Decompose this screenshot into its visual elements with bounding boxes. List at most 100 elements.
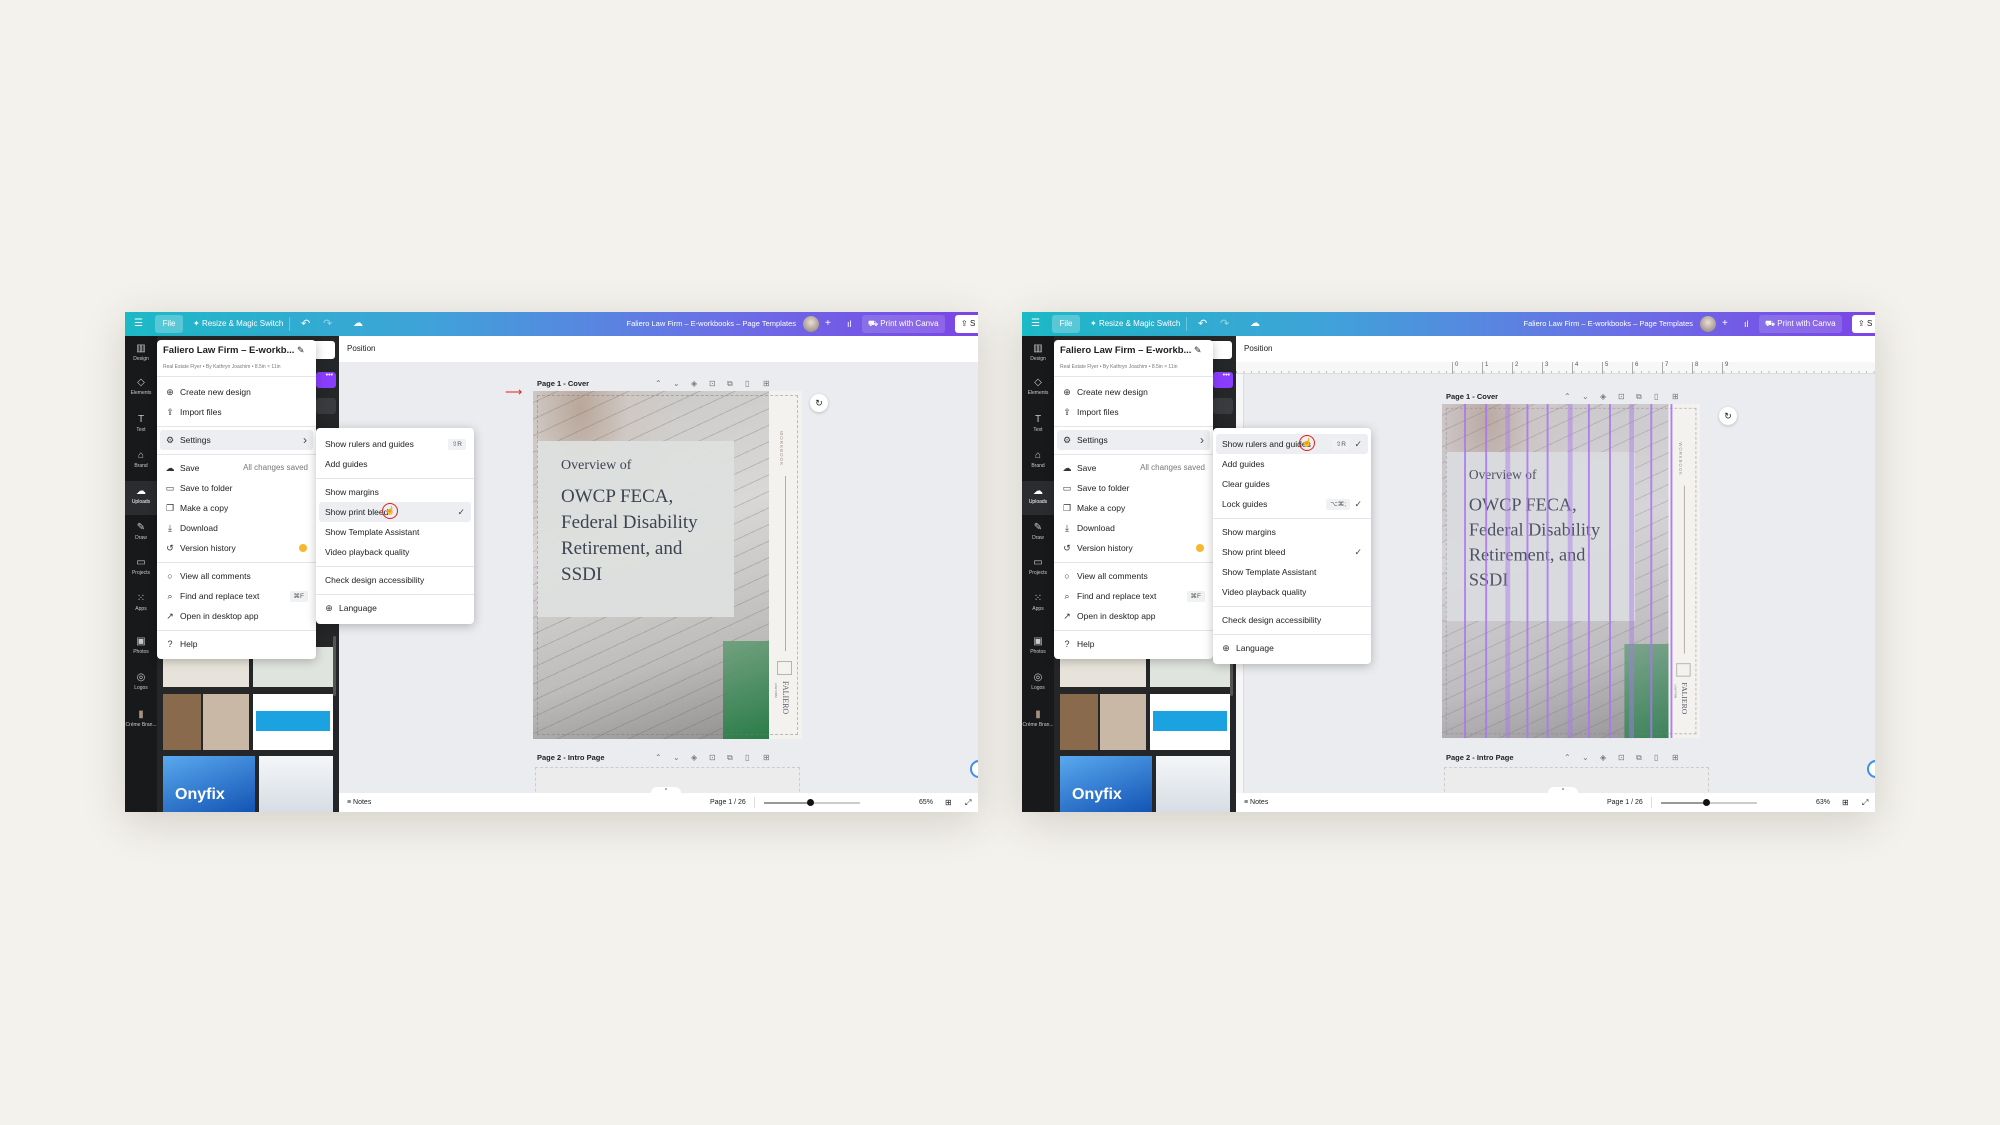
guide-line[interactable]	[1670, 404, 1673, 739]
analytics-icon[interactable]: ıl	[847, 315, 852, 333]
rail-item-draw[interactable]: ✎ Draw	[1022, 517, 1054, 551]
pages-expand-tab[interactable]: ^	[1548, 787, 1578, 795]
chevron-up-icon[interactable]: ⌃	[655, 753, 662, 762]
add-collaborator-icon[interactable]: +	[1722, 315, 1728, 333]
upload-thumbnail[interactable]	[1150, 694, 1230, 750]
menu-item-find-and-replace-text[interactable]: ⌕ Find and replace text ⌘F	[160, 586, 313, 606]
menu-item-save[interactable]: ☁ Save All changes saved	[160, 458, 313, 478]
fullscreen-icon[interactable]: ⤢	[1862, 793, 1868, 812]
rail-item-text[interactable]: T Text	[1022, 409, 1054, 443]
rail-item-design[interactable]: ▥ Design	[125, 338, 157, 372]
share-button[interactable]: ⇪ S	[1852, 315, 1875, 333]
cloud-sync-icon[interactable]: ☁	[1250, 315, 1260, 333]
rail-item-apps[interactable]: ⁙ Apps	[125, 588, 157, 622]
menu-item-save-to-folder[interactable]: ▭ Save to folder	[1057, 478, 1210, 498]
share-button[interactable]: ⇪ S	[955, 315, 978, 333]
scrollbar[interactable]	[333, 636, 336, 696]
menu-item-find-and-replace-text[interactable]: ⌕ Find and replace text ⌘F	[1057, 586, 1210, 606]
document-title[interactable]: Faliero Law Firm – E-workbooks – Page Te…	[626, 315, 796, 333]
rail-item-photos[interactable]: ▣ Photos	[1022, 631, 1054, 665]
submenu-item-video-playback-quality[interactable]: Video playback quality	[319, 542, 471, 562]
zoom-slider[interactable]	[1661, 799, 1757, 806]
menu-item-download[interactable]: ⤓ Download	[160, 518, 313, 538]
analytics-icon[interactable]: ıl	[1744, 315, 1749, 333]
hide-icon[interactable]: ◈	[1600, 392, 1606, 401]
print-with-canva-button[interactable]: ⛟ Print with Canva	[1759, 315, 1842, 333]
menu-item-make-a-copy[interactable]: ❐ Make a copy	[1057, 498, 1210, 518]
chevron-up-icon[interactable]: ⌃	[1564, 753, 1571, 762]
menu-item-create-new-design[interactable]: ⊕ Create new design	[1057, 382, 1210, 402]
menu-item-view-all-comments[interactable]: ○ View all comments	[160, 566, 313, 586]
submenu-item-language[interactable]: ⊕ Language	[319, 598, 471, 618]
hide-icon[interactable]: ◈	[691, 379, 697, 388]
upload-thumbnail[interactable]	[1060, 694, 1098, 750]
submenu-item-lock-guides[interactable]: Lock guides ⌥⌘; ✓	[1216, 494, 1368, 514]
hide-icon[interactable]: ◈	[1600, 753, 1606, 762]
notes-button[interactable]: ≡ Notes	[1244, 793, 1268, 812]
resize-magic-switch-button[interactable]: ✦ Resize & Magic Switch	[1086, 315, 1184, 333]
menu-item-version-history[interactable]: ↺ Version history	[160, 538, 313, 558]
submenu-item-show-margins[interactable]: Show margins	[319, 482, 471, 502]
menu-item-save[interactable]: ☁ Save All changes saved	[1057, 458, 1210, 478]
menu-item-help[interactable]: ? Help	[1057, 634, 1210, 654]
add-page-icon[interactable]: ⊞	[763, 379, 770, 388]
rail-item-apps[interactable]: ⁙ Apps	[1022, 588, 1054, 622]
rail-item-photos[interactable]: ▣ Photos	[125, 631, 157, 665]
rail-item-projects[interactable]: ▭ Projects	[125, 552, 157, 586]
submenu-item-check-design-accessibility[interactable]: Check design accessibility	[319, 570, 471, 590]
menu-item-download[interactable]: ⤓ Download	[1057, 518, 1210, 538]
submenu-item-show-template-assistant[interactable]: Show Template Assistant	[319, 522, 471, 542]
rail-item-elements[interactable]: ◇ Elements	[125, 372, 157, 406]
rail-item-text[interactable]: T Text	[125, 409, 157, 443]
submenu-item-show-rulers-and-guides[interactable]: Show rulers and guides ⇧R	[319, 434, 471, 454]
submenu-item-show-print-bleed[interactable]: Show print bleed ✓ ☝	[319, 502, 471, 522]
lock-icon[interactable]: ⊡	[1618, 753, 1625, 762]
hamburger-icon[interactable]: ☰	[134, 315, 143, 333]
upload-button[interactable]	[1213, 398, 1233, 414]
upload-thumbnail[interactable]	[253, 694, 333, 750]
grid-view-icon[interactable]: ⊞	[1842, 793, 1849, 812]
delete-icon[interactable]: ▯	[1654, 392, 1658, 401]
redo-icon[interactable]: ↷	[323, 315, 332, 333]
rail-item-cr-me-bran-[interactable]: ▮ Créme Bran...	[1022, 704, 1054, 738]
rename-pencil-icon[interactable]: ✎	[297, 345, 305, 356]
zoom-slider-thumb[interactable]	[807, 799, 815, 806]
delete-icon[interactable]: ▯	[1654, 753, 1658, 762]
cloud-sync-icon[interactable]: ☁	[353, 315, 363, 333]
rail-item-brand[interactable]: ⌂ Brand	[1022, 445, 1054, 479]
chevron-up-icon[interactable]: ⌃	[655, 379, 662, 388]
menu-item-open-in-desktop-app[interactable]: ↗ Open in desktop app	[160, 606, 313, 626]
menu-item-settings[interactable]: ⚙ Settings ›	[1057, 430, 1210, 450]
help-bubble[interactable]	[970, 760, 978, 778]
zoom-slider-thumb[interactable]	[1703, 799, 1711, 806]
menu-item-make-a-copy[interactable]: ❐ Make a copy	[160, 498, 313, 518]
add-page-icon[interactable]: ⊞	[1672, 753, 1679, 762]
submenu-item-clear-guides[interactable]: Clear guides	[1216, 474, 1368, 494]
avatar[interactable]	[803, 316, 819, 332]
position-toolbar[interactable]: Position	[1236, 336, 1875, 362]
horizontal-ruler[interactable]: 0 1 2 3 4 5 6 7 8 9	[1236, 362, 1875, 374]
submenu-item-show-rulers-and-guides[interactable]: Show rulers and guides ⇧R ✓ ☝	[1216, 434, 1368, 454]
menu-item-save-to-folder[interactable]: ▭ Save to folder	[160, 478, 313, 498]
delete-icon[interactable]: ▯	[745, 753, 749, 762]
grid-view-icon[interactable]: ⊞	[945, 793, 952, 812]
hamburger-icon[interactable]: ☰	[1031, 315, 1040, 333]
position-toolbar[interactable]: Position	[339, 336, 978, 362]
page-1-cover[interactable]: Overview of OWCP FECA, Federal Disability R…	[1442, 404, 1701, 739]
submenu-item-add-guides[interactable]: Add guides	[319, 454, 471, 474]
print-with-canva-button[interactable]: ⛟ Print with Canva	[862, 315, 945, 333]
rail-item-uploads[interactable]: ☁ Uploads	[125, 481, 157, 515]
submenu-item-show-template-assistant[interactable]: Show Template Assistant	[1216, 562, 1368, 582]
hide-icon[interactable]: ◈	[691, 753, 697, 762]
file-menu-button[interactable]: File	[1052, 315, 1080, 333]
add-page-icon[interactable]: ⊞	[763, 753, 770, 762]
rail-item-projects[interactable]: ▭ Projects	[1022, 552, 1054, 586]
lock-icon[interactable]: ⊡	[709, 379, 716, 388]
zoom-level[interactable]: 65%	[919, 793, 933, 812]
submenu-item-check-design-accessibility[interactable]: Check design accessibility	[1216, 610, 1368, 630]
rail-item-uploads[interactable]: ☁ Uploads	[1022, 481, 1054, 515]
pages-expand-tab[interactable]: ^	[651, 787, 681, 795]
submenu-item-show-print-bleed[interactable]: Show print bleed ✓	[1216, 542, 1368, 562]
menu-item-create-new-design[interactable]: ⊕ Create new design	[160, 382, 313, 402]
chevron-down-icon[interactable]: ⌄	[1582, 753, 1589, 762]
